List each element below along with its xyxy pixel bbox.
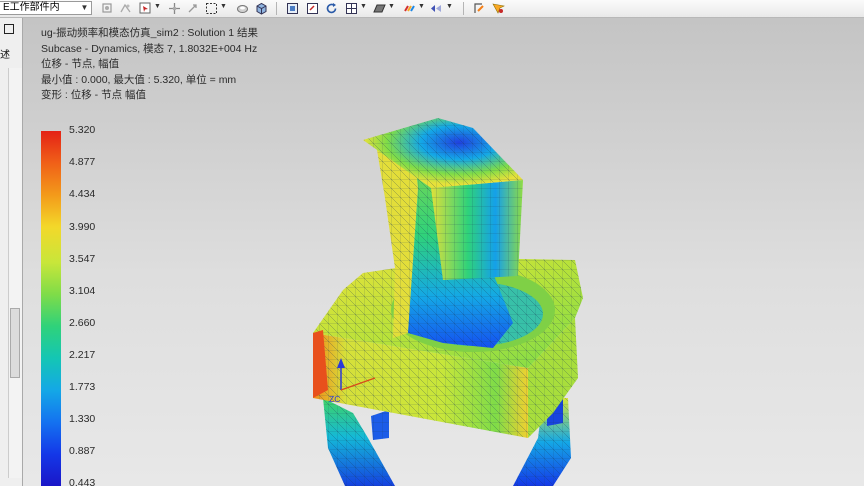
- box-select-icon[interactable]: [205, 2, 218, 15]
- legend-value: 2.660: [69, 317, 96, 329]
- point-icon[interactable]: [186, 2, 199, 15]
- min-max-info: 最小值 : 0.000, 最大值 : 5.320, 单位 = mm: [41, 73, 237, 86]
- color-legend-bar: [41, 131, 61, 486]
- shading-dropdown-icon[interactable]: ▼: [388, 3, 395, 10]
- scrollbar-thumb[interactable]: [10, 308, 20, 378]
- result-title: ug-振动频率和模态仿真_sim2 : Solution 1 结果: [41, 27, 259, 39]
- select-dropdown-icon[interactable]: ▼: [154, 3, 161, 10]
- select-icon[interactable]: [139, 2, 152, 15]
- fit-view-icon[interactable]: [286, 2, 299, 15]
- layout-dropdown-icon[interactable]: ▼: [360, 3, 367, 10]
- color-dropdown-icon[interactable]: ▼: [418, 3, 425, 10]
- move-icon[interactable]: [168, 2, 181, 15]
- snap-icon[interactable]: [101, 2, 114, 15]
- display-icon[interactable]: [430, 2, 443, 15]
- legend-value: 0.443: [69, 477, 96, 486]
- legend-value: 0.887: [69, 445, 96, 457]
- axis-label: ZC: [329, 394, 340, 404]
- panel-header-label: 述: [0, 50, 10, 61]
- legend-value: 1.773: [69, 381, 96, 393]
- selection-filter-dropdown[interactable]: E工作部件内 ▼: [0, 1, 92, 15]
- result-header: ug-振动频率和模态仿真_sim2 : Solution 1 结果 Subcas…: [41, 26, 258, 104]
- cube-view-icon[interactable]: [255, 2, 268, 15]
- legend-value: 2.217: [69, 349, 96, 361]
- selection-filter-value: E工作部件内: [3, 2, 60, 13]
- navigator-panel: 述: [0, 18, 23, 486]
- legend-value: 4.434: [69, 188, 96, 200]
- graphics-viewport[interactable]: ZC ug-振动频率和模态仿真_sim2 : Solution 1 结果 Sub…: [23, 18, 864, 486]
- result-type: 位移 - 节点, 幅值: [41, 58, 120, 70]
- rotate-icon[interactable]: [325, 2, 338, 15]
- panel-scrollbar[interactable]: [8, 68, 22, 478]
- legend-value: 3.104: [69, 285, 96, 297]
- panel-maximize-icon[interactable]: [4, 24, 14, 34]
- zoom-icon[interactable]: [306, 2, 319, 15]
- layout-icon[interactable]: [345, 2, 358, 15]
- color-icon[interactable]: [403, 2, 416, 15]
- legend-value: 1.330: [69, 413, 96, 425]
- assembly-icon[interactable]: [119, 2, 132, 15]
- annotation-icon[interactable]: [473, 2, 486, 15]
- legend-value: 3.990: [69, 221, 96, 233]
- legend-value: 5.320: [69, 124, 96, 136]
- main-toolbar: E工作部件内 ▼ ▼ ▼ ▼ ▼ ▼ ▼: [0, 0, 864, 18]
- subcase-info: Subcase - Dynamics, 模态 7, 1.8032E+004 Hz: [41, 42, 258, 55]
- shading-icon[interactable]: [373, 2, 386, 15]
- postview-icon[interactable]: [492, 2, 505, 15]
- chevron-down-icon[interactable]: ▼: [79, 2, 90, 14]
- deformation-info: 变形 : 位移 - 节点 幅值: [41, 89, 146, 101]
- display-dropdown-icon[interactable]: ▼: [446, 3, 453, 10]
- render-icon[interactable]: [236, 2, 249, 15]
- legend-value: 4.877: [69, 156, 96, 168]
- legend-value: 3.547: [69, 253, 96, 265]
- box-select-dropdown-icon[interactable]: ▼: [220, 3, 227, 10]
